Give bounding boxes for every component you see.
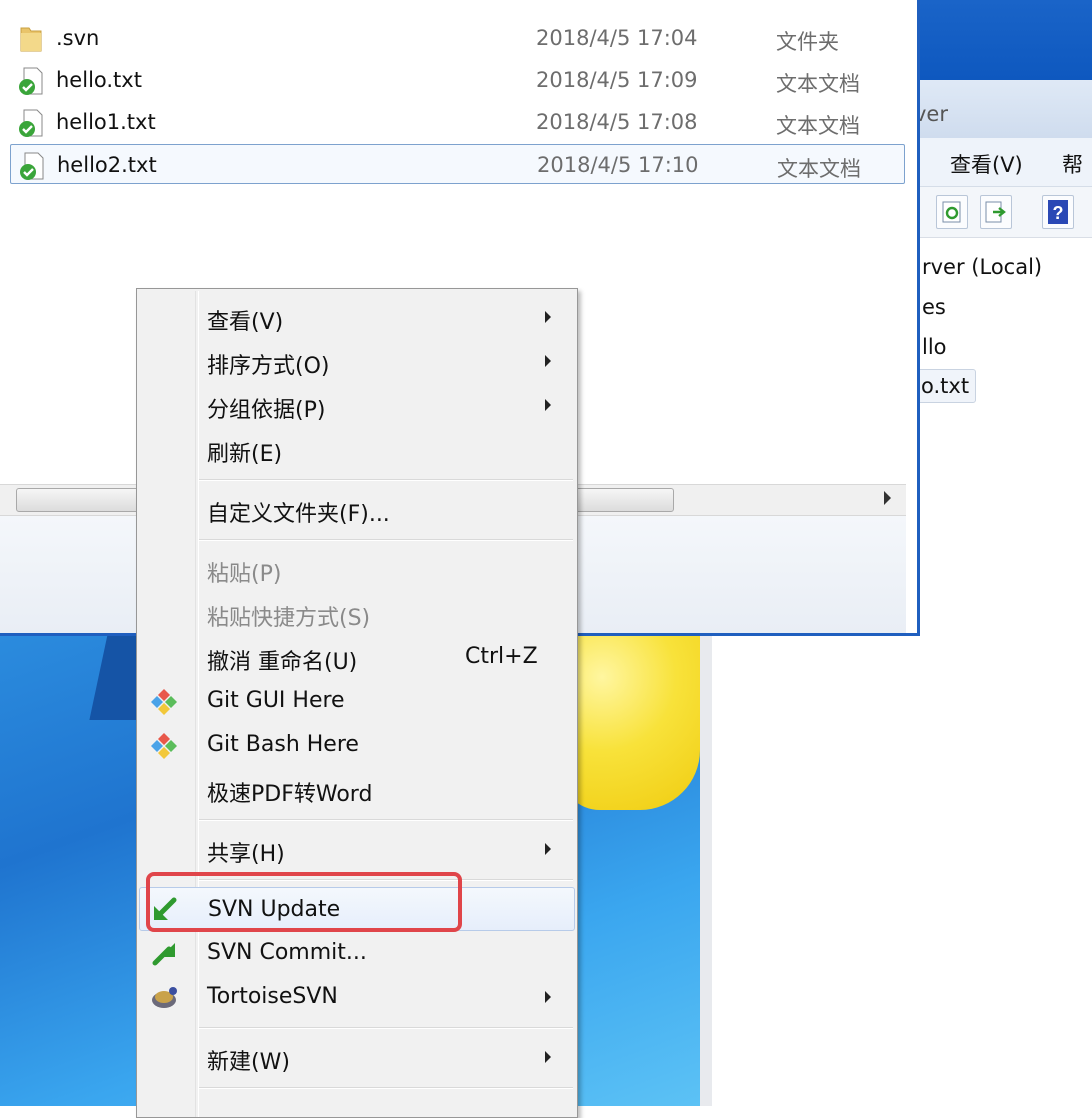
menu-item-label: SVN Commit... bbox=[207, 940, 367, 965]
menu-item-view[interactable]: 查看(V) bbox=[139, 295, 575, 339]
file-type: 文本文档 bbox=[776, 114, 860, 138]
menu-help[interactable]: 帮 bbox=[1062, 149, 1083, 179]
file-name: hello1.txt bbox=[56, 110, 156, 134]
tree-item-repositories[interactable]: es bbox=[922, 295, 946, 319]
git-icon bbox=[151, 689, 177, 715]
folder-icon bbox=[20, 27, 42, 52]
file-row-selected[interactable]: hello2.txt 2018/4/5 17:10 文本文档 bbox=[10, 144, 905, 184]
menu-item-svn-commit[interactable]: SVN Commit... bbox=[139, 931, 575, 975]
file-type: 文本文档 bbox=[776, 72, 860, 96]
menu-item-label: 极速PDF转Word bbox=[207, 782, 373, 807]
wallpaper-sun bbox=[560, 620, 700, 810]
menu-item-git-bash[interactable]: Git Bash Here bbox=[139, 723, 575, 767]
file-date: 2018/4/5 17:04 bbox=[536, 26, 698, 50]
git-icon bbox=[151, 733, 177, 759]
file-name: hello2.txt bbox=[57, 153, 157, 177]
submenu-arrow-icon bbox=[545, 1051, 551, 1063]
menu-item-pdf-to-word[interactable]: 极速PDF转Word bbox=[139, 767, 575, 811]
file-date: 2018/4/5 17:08 bbox=[536, 110, 698, 134]
svn-ok-file-icon bbox=[20, 152, 44, 180]
menu-separator bbox=[199, 1087, 573, 1089]
menu-item-paste-shortcut: 粘贴快捷方式(S) bbox=[139, 591, 575, 635]
menu-separator bbox=[199, 1027, 573, 1029]
menu-item-git-gui[interactable]: Git GUI Here bbox=[139, 679, 575, 723]
file-name: .svn bbox=[56, 26, 100, 50]
menu-item-label: 新建(W) bbox=[207, 1050, 290, 1075]
menu-item-shortcut: Ctrl+Z bbox=[465, 644, 538, 669]
export-icon bbox=[985, 201, 1006, 223]
menu-item-group-by[interactable]: 分组依据(P) bbox=[139, 383, 575, 427]
file-row[interactable]: .svn 2018/4/5 17:04 文件夹 bbox=[10, 18, 905, 58]
svn-ok-file-icon bbox=[19, 67, 43, 95]
refresh-button[interactable] bbox=[936, 195, 968, 229]
menu-item-label: 排序方式(O) bbox=[207, 354, 330, 379]
context-menu: 查看(V) 排序方式(O) 分组依据(P) 刷新(E) 自定义文件夹(F)...… bbox=[136, 288, 578, 1118]
menu-item-label: 粘贴(P) bbox=[207, 562, 282, 587]
secondary-menubar: 查看(V) 帮 bbox=[900, 138, 1092, 187]
svg-text:?: ? bbox=[1053, 203, 1064, 223]
submenu-arrow-icon bbox=[545, 399, 551, 411]
menu-item-share[interactable]: 共享(H) bbox=[139, 827, 575, 871]
menu-item-tortoisesvn[interactable]: TortoiseSVN bbox=[139, 975, 575, 1019]
menu-view[interactable]: 查看(V) bbox=[950, 149, 1023, 179]
menu-separator bbox=[199, 819, 573, 821]
menu-item-undo-rename[interactable]: 撤消 重命名(U) Ctrl+Z bbox=[139, 635, 575, 679]
refresh-icon bbox=[942, 201, 961, 223]
secondary-window-titlebar[interactable] bbox=[900, 0, 1092, 80]
file-row[interactable]: hello1.txt 2018/4/5 17:08 文本文档 bbox=[10, 102, 905, 142]
submenu-arrow-icon bbox=[545, 311, 551, 323]
menu-item-label: 分组依据(P) bbox=[207, 398, 326, 423]
menu-item-refresh[interactable]: 刷新(E) bbox=[139, 427, 575, 471]
menu-item-new[interactable]: 新建(W) bbox=[139, 1035, 575, 1079]
menu-item-paste: 粘贴(P) bbox=[139, 547, 575, 591]
file-row[interactable]: hello.txt 2018/4/5 17:09 文本文档 bbox=[10, 60, 905, 100]
submenu-arrow-icon bbox=[545, 843, 551, 855]
secondary-window: ver 查看(V) 帮 ? rver (Local) es llo o.txt bbox=[900, 0, 1092, 640]
menu-item-sort-by[interactable]: 排序方式(O) bbox=[139, 339, 575, 383]
tree-item-server[interactable]: rver (Local) bbox=[922, 255, 1042, 279]
submenu-arrow-icon bbox=[545, 355, 551, 367]
file-type: 文本文档 bbox=[777, 157, 861, 181]
background-window-area bbox=[700, 636, 1092, 1106]
menu-item-customize-folder[interactable]: 自定义文件夹(F)... bbox=[139, 487, 575, 531]
annotation-highlight-box bbox=[146, 872, 462, 932]
menu-item-label: 粘贴快捷方式(S) bbox=[207, 606, 371, 631]
menu-item-label: 撤消 重命名(U) bbox=[207, 650, 358, 675]
secondary-toolbar: ? bbox=[900, 187, 1092, 238]
tortoisesvn-icon bbox=[152, 987, 177, 1008]
secondary-window-caption: ver bbox=[900, 80, 1092, 138]
help-button[interactable]: ? bbox=[1042, 195, 1074, 229]
menu-item-label: TortoiseSVN bbox=[207, 984, 338, 1009]
menu-item-label: 查看(V) bbox=[207, 310, 284, 335]
menu-item-label: Git GUI Here bbox=[207, 688, 345, 713]
file-date: 2018/4/5 17:10 bbox=[537, 153, 699, 177]
file-name: hello.txt bbox=[56, 68, 142, 92]
tree-item-hello[interactable]: llo bbox=[922, 335, 947, 359]
help-icon: ? bbox=[1048, 200, 1068, 224]
menu-item-label: Git Bash Here bbox=[207, 732, 359, 757]
tree-item-file-selected[interactable]: o.txt bbox=[914, 369, 977, 403]
scroll-right-arrow-icon[interactable] bbox=[884, 491, 891, 505]
menu-item-label: 刷新(E) bbox=[207, 442, 283, 467]
file-date: 2018/4/5 17:09 bbox=[536, 68, 698, 92]
menu-separator bbox=[199, 539, 573, 541]
menu-item-label: 共享(H) bbox=[207, 842, 285, 867]
menu-item-label: 自定义文件夹(F)... bbox=[207, 502, 390, 527]
menu-separator bbox=[199, 479, 573, 481]
submenu-arrow-icon bbox=[545, 991, 551, 1003]
svn-ok-file-icon bbox=[19, 109, 43, 137]
svn-commit-icon bbox=[152, 943, 175, 966]
export-button[interactable] bbox=[980, 195, 1012, 229]
file-type: 文件夹 bbox=[776, 30, 839, 54]
